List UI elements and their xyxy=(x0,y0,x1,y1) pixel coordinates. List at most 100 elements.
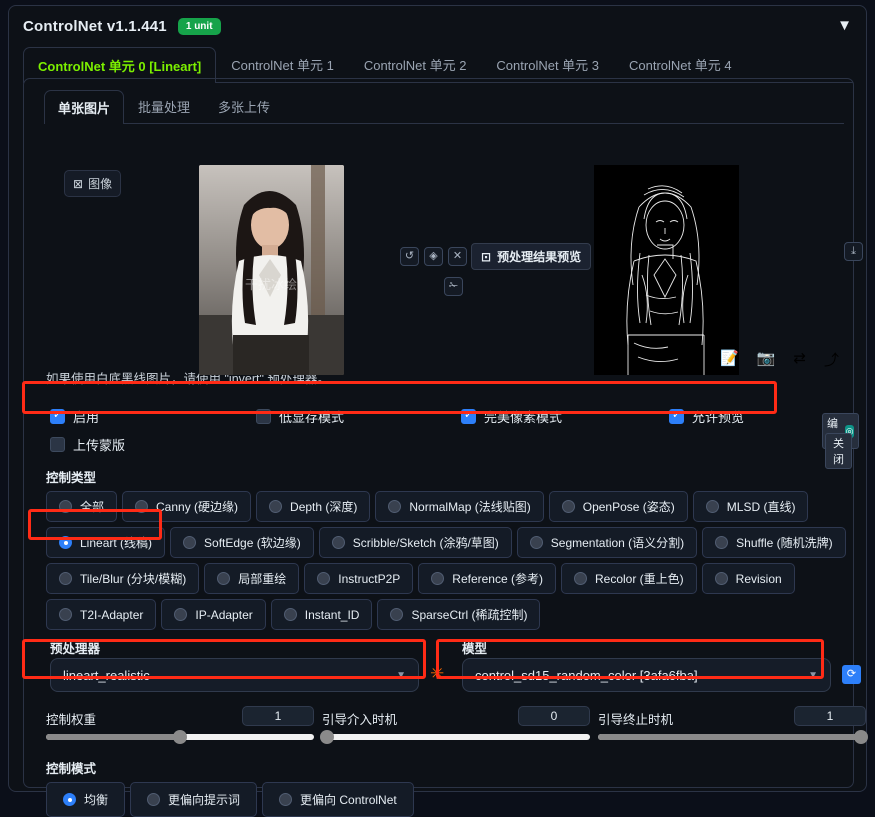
control-mode-option-label: 均衡 xyxy=(84,793,109,807)
preprocessor-dropdown[interactable]: lineart_realistic ▼ xyxy=(50,658,419,692)
image-workarea: ⊠ 图像 干扰冰绘 ↺ ◈ ✕ ✁ ⊡ 预处理结果预览 ⤓ 编 ◎ 关闭 xyxy=(34,130,863,469)
model-dropdown[interactable]: control_sd15_random_color [3afa6fba] ▼ xyxy=(462,658,831,692)
control-type-label-text: NormalMap (法线贴图) xyxy=(409,500,531,514)
model-value: control_sd15_random_color [3afa6fba] xyxy=(475,667,698,683)
radio-icon xyxy=(174,608,188,621)
control-mode-prompt[interactable]: 更偏向提示词 xyxy=(130,782,258,817)
control-type-radios: 全部 Canny (硬边缘) Depth (深度) NormalMap (法线贴… xyxy=(46,491,846,630)
control-type-label-text: Tile/Blur (分块/模糊) xyxy=(80,572,187,586)
guidance-end-label: 引导终止时机 xyxy=(598,713,674,727)
control-type-segmentation[interactable]: Segmentation (语义分割) xyxy=(516,527,698,558)
control-type-label-text: T2I-Adapter xyxy=(80,607,144,622)
radio-icon xyxy=(217,572,231,585)
radio-icon xyxy=(529,536,543,549)
edit-prompt-icon[interactable]: 📝 xyxy=(720,349,739,370)
radio-icon xyxy=(135,500,149,513)
control-type-label-text: InstructP2P xyxy=(338,571,401,586)
control-mode-option-label: 更偏向提示词 xyxy=(168,793,241,807)
arrow-icon[interactable]: ⤴ xyxy=(824,349,839,370)
control-type-shuffle[interactable]: Shuffle (随机洗牌) xyxy=(702,527,846,558)
preprocessor-label: 预处理器 xyxy=(50,642,101,656)
control-type-inpaint[interactable]: 局部重绘 xyxy=(204,563,300,594)
control-weight-slider[interactable] xyxy=(46,730,314,744)
preview-image[interactable] xyxy=(594,165,739,375)
control-type-label-text: SoftEdge (软边缘) xyxy=(204,536,301,550)
guidance-end-value[interactable]: 1 xyxy=(794,706,866,726)
control-type-scribble[interactable]: Scribble/Sketch (涂鸦/草图) xyxy=(318,527,512,558)
control-type-canny[interactable]: Canny (硬边缘) xyxy=(122,491,252,522)
control-type-t2i-adapter[interactable]: T2I-Adapter xyxy=(46,599,157,630)
control-type-row-3: Tile/Blur (分块/模糊) 局部重绘 InstructP2P Refer… xyxy=(46,563,843,594)
checkbox-low-vram[interactable]: 低显存模式 xyxy=(256,407,344,426)
slider-knob[interactable] xyxy=(320,730,334,744)
low-vram-checkbox-box xyxy=(256,409,271,424)
control-type-reference[interactable]: Reference (参考) xyxy=(418,563,556,594)
model-selection-row: 预处理器 模型 lineart_realistic ▼ ✳ control_sd… xyxy=(46,638,861,700)
control-type-label-text: Revision xyxy=(735,571,782,586)
control-type-instant-id[interactable]: Instant_ID xyxy=(270,599,373,630)
pixel-perfect-checkbox-box xyxy=(461,408,476,424)
control-type-tile-blur[interactable]: Tile/Blur (分块/模糊) xyxy=(46,563,200,594)
control-type-softedge[interactable]: SoftEdge (软边缘) xyxy=(170,527,314,558)
guidance-start-value[interactable]: 0 xyxy=(518,706,590,726)
chevron-down-icon: ▼ xyxy=(396,669,406,681)
undo-icon[interactable]: ↺ xyxy=(400,247,419,266)
control-type-instructp2p[interactable]: InstructP2P xyxy=(304,563,414,594)
control-weight-value[interactable]: 1 xyxy=(242,706,314,726)
control-type-normalmap[interactable]: NormalMap (法线贴图) xyxy=(375,491,544,522)
source-image[interactable]: 干扰冰绘 xyxy=(199,165,344,375)
tab-batch[interactable]: 批量处理 xyxy=(124,89,204,123)
tab-unit-2[interactable]: ControlNet 单元 2 xyxy=(349,46,482,82)
checkbox-pixel-perfect[interactable]: 完美像素模式 xyxy=(461,407,562,426)
control-type-all[interactable]: 全部 xyxy=(46,491,118,522)
control-type-mlsd[interactable]: MLSD (直线) xyxy=(692,491,809,522)
control-type-recolor[interactable]: Recolor (重上色) xyxy=(560,563,697,594)
checkbox-allow-preview[interactable]: 允许预览 xyxy=(669,407,744,426)
tab-multi-upload[interactable]: 多张上传 xyxy=(204,89,284,123)
tab-unit-4[interactable]: ControlNet 单元 4 xyxy=(614,46,747,82)
radio-icon xyxy=(317,572,331,585)
swap-icon[interactable]: ⇄ xyxy=(793,349,806,370)
download-icon[interactable]: ⤓ xyxy=(844,242,863,261)
control-type-revision[interactable]: Revision xyxy=(701,563,795,594)
slider-knob[interactable] xyxy=(854,730,868,744)
control-mode-controlnet[interactable]: 更偏向 ControlNet xyxy=(262,782,414,817)
guidance-start-label: 引导介入时机 xyxy=(322,713,398,727)
checkbox-upload-mask[interactable]: 上传蒙版 xyxy=(50,435,125,454)
brush-icon[interactable]: ✁ xyxy=(444,277,463,296)
action-icon-strip: 📝 📷 ⇄ ⤴ xyxy=(720,349,839,370)
erase-icon[interactable]: ◈ xyxy=(424,247,443,266)
control-type-ip-adapter[interactable]: IP-Adapter xyxy=(161,599,266,630)
page-title: ControlNet v1.1.441 xyxy=(23,18,167,35)
checkbox-enable-label: 启用 xyxy=(73,410,100,425)
tab-unit-3[interactable]: ControlNet 单元 3 xyxy=(481,46,614,82)
control-type-openpose[interactable]: OpenPose (姿态) xyxy=(548,491,688,522)
panel-header: ControlNet v1.1.441 1 unit xyxy=(9,6,866,40)
radio-icon xyxy=(390,608,404,621)
model-label: 模型 xyxy=(462,642,488,656)
control-type-lineart[interactable]: Lineart (线稿) xyxy=(46,527,166,558)
tab-single-image[interactable]: 单张图片 xyxy=(44,90,125,124)
control-type-label-text: Segmentation (语义分割) xyxy=(550,536,685,550)
control-type-sparsectrl[interactable]: SparseCtrl (稀疏控制) xyxy=(377,599,541,630)
slider-knob[interactable] xyxy=(173,730,187,744)
image-chip-label: 图像 xyxy=(88,177,113,191)
enable-checkbox-box xyxy=(50,408,65,424)
radio-icon xyxy=(431,572,445,585)
guidance-end-slider[interactable] xyxy=(598,730,868,744)
refresh-models-icon[interactable]: ⟳ xyxy=(842,665,861,684)
checkbox-enable[interactable]: 启用 xyxy=(50,407,99,426)
control-type-depth[interactable]: Depth (深度) xyxy=(256,491,371,522)
run-preprocessor-icon[interactable]: ✳ xyxy=(430,664,444,684)
chevron-down-icon[interactable]: ▼ xyxy=(837,18,852,33)
tab-unit-1[interactable]: ControlNet 单元 1 xyxy=(216,46,349,82)
camera-icon[interactable]: 📷 xyxy=(757,349,776,370)
radio-icon xyxy=(714,572,728,585)
radio-icon xyxy=(573,572,587,585)
close-icon[interactable]: ✕ xyxy=(448,247,467,266)
control-type-row-2: Lineart (线稿) SoftEdge (软边缘) Scribble/Ske… xyxy=(46,527,846,558)
preview-image-icon: ⊡ xyxy=(481,249,492,264)
control-mode-balanced[interactable]: 均衡 xyxy=(46,782,126,817)
guidance-start-slider[interactable] xyxy=(320,730,590,744)
brush-toolbar: ✁ xyxy=(444,276,463,296)
